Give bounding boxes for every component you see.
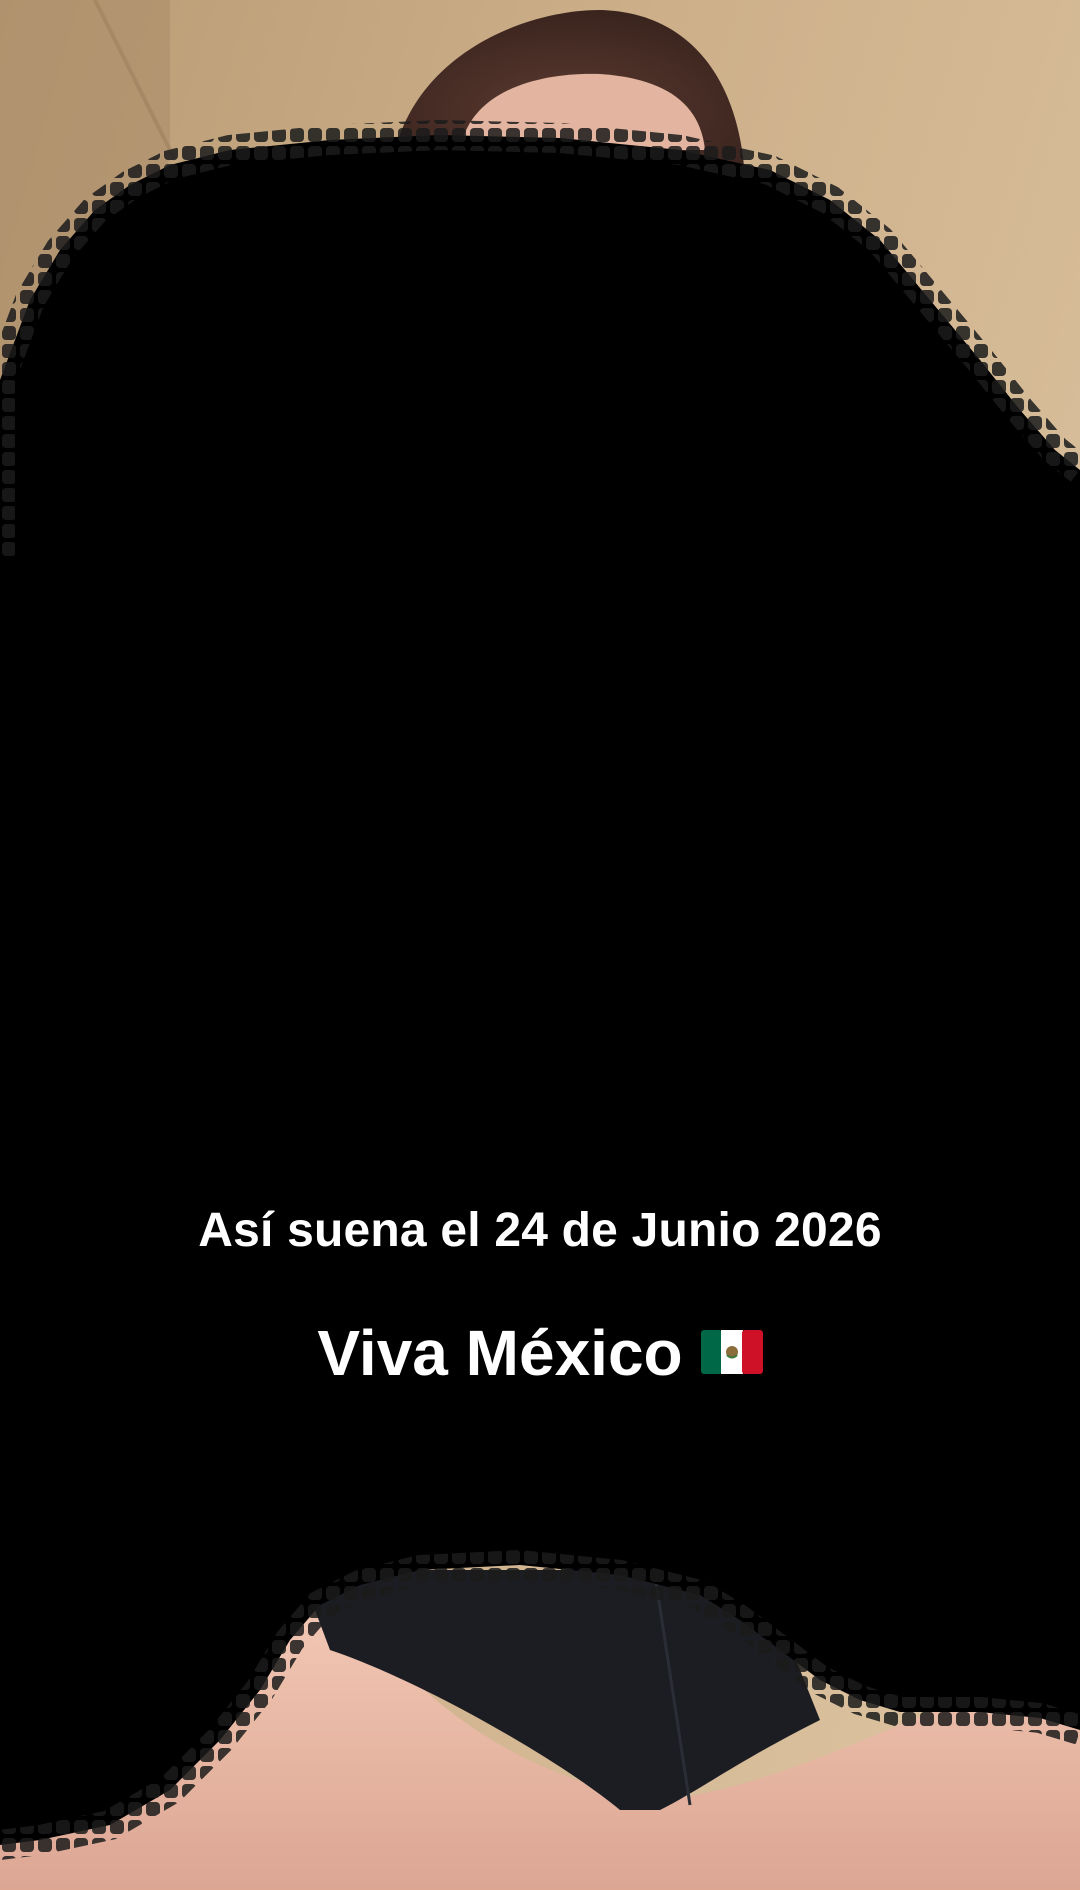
mexico-flag-icon [700,1315,763,1389]
caption-viva-mexico-text: Viva México [317,1317,683,1389]
video-frame: Así suena el 24 de Junio 2026 Viva Méxic… [0,0,1080,1890]
caption-date-line: Así suena el 24 de Junio 2026 [198,1204,882,1257]
photo-scene [0,0,1080,1890]
caption-viva-mexico: Viva México [0,1316,1080,1395]
